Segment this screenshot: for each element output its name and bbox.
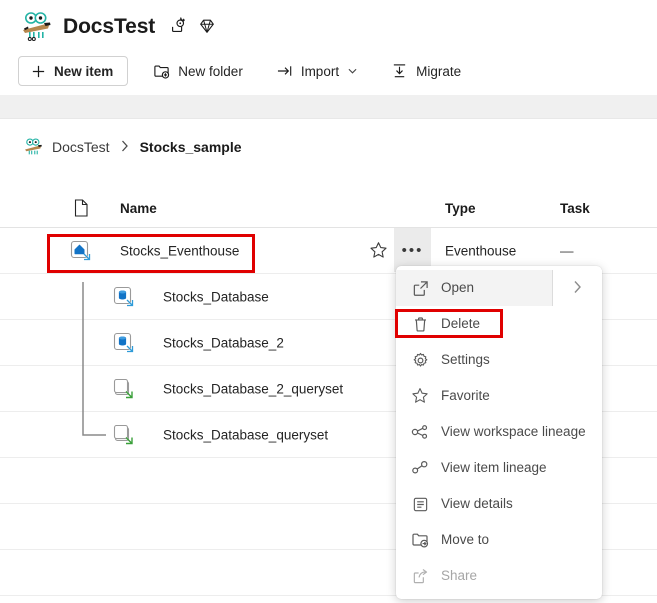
kql-database-icon <box>113 286 135 308</box>
sparkle-icon[interactable] <box>168 16 188 36</box>
diamond-premium-icon[interactable] <box>197 16 217 36</box>
migrate-label: Migrate <box>416 63 462 79</box>
kql-queryset-icon <box>113 424 135 446</box>
import-arrow-icon <box>277 63 294 80</box>
page-title: DocsTest <box>63 14 156 38</box>
toolbar: New item New folder Import Migrate <box>0 52 657 90</box>
migrate-download-icon <box>391 63 408 80</box>
context-menu-item-view-workspace-lineage[interactable]: View workspace lineage <box>396 414 602 450</box>
migrate-button[interactable]: Migrate <box>382 56 470 86</box>
item-name[interactable]: Stocks_Database_2 <box>163 335 284 350</box>
context-menu-item-delete[interactable]: Delete <box>396 306 602 342</box>
context-menu-item-settings[interactable]: Settings <box>396 342 602 378</box>
open-submenu-expander[interactable] <box>552 270 602 306</box>
context-menu-label: View item lineage <box>441 460 547 476</box>
context-menu: Open Delete Settings Favorite View works… <box>396 266 602 599</box>
context-menu-label: View workspace lineage <box>441 424 586 440</box>
plus-icon <box>30 63 47 80</box>
item-name[interactable]: Stocks_Eventhouse <box>120 243 239 258</box>
breadcrumb-current: Stocks_sample <box>139 139 242 155</box>
context-menu-label: Move to <box>441 532 490 548</box>
details-list-icon <box>410 494 430 514</box>
context-menu-item-share: Share <box>396 558 602 594</box>
new-folder-icon <box>153 63 170 80</box>
app-header: DocsTest New item New folder Import Migr… <box>0 0 657 96</box>
context-menu-label: Delete <box>441 316 481 332</box>
favorite-star-icon <box>410 386 430 406</box>
favorite-star-icon[interactable] <box>366 239 390 263</box>
import-label: Import <box>300 63 340 79</box>
new-folder-button[interactable]: New folder <box>144 56 252 86</box>
item-name[interactable]: Stocks_Database <box>163 289 269 304</box>
column-header-task[interactable]: Task <box>560 201 590 216</box>
context-menu-item-view-details[interactable]: View details <box>396 486 602 522</box>
new-item-button[interactable]: New item <box>18 56 129 86</box>
column-header-type[interactable]: Type <box>445 201 476 216</box>
item-name[interactable]: Stocks_Database_2_queryset <box>163 381 343 396</box>
column-header-name[interactable]: Name <box>120 201 157 216</box>
kql-queryset-icon <box>113 378 135 400</box>
breadcrumb-separator-icon <box>118 140 132 155</box>
new-folder-label: New folder <box>178 63 243 79</box>
workspace-avatar-icon <box>18 10 54 42</box>
workspace-lineage-icon <box>410 422 430 442</box>
trash-delete-icon <box>410 314 430 334</box>
context-menu-item-move-to[interactable]: Move to <box>396 522 602 558</box>
context-menu-label: Share <box>441 568 478 584</box>
gear-settings-icon <box>410 350 430 370</box>
context-menu-label: Open <box>441 280 475 296</box>
eventhouse-icon <box>70 240 92 262</box>
context-menu-label: Settings <box>441 352 490 368</box>
item-task: — <box>560 243 574 258</box>
chevron-down-icon <box>348 67 357 76</box>
breadcrumb: DocsTest Stocks_sample <box>22 137 242 157</box>
item-type: Eventhouse <box>445 243 517 258</box>
context-menu-item-view-item-lineage[interactable]: View item lineage <box>396 450 602 486</box>
share-icon <box>410 566 430 586</box>
context-menu-item-favorite[interactable]: Favorite <box>396 378 602 414</box>
breadcrumb-workspace-avatar-icon <box>22 137 44 157</box>
workspace-title-row: DocsTest <box>18 10 217 42</box>
chevron-right-icon <box>573 280 582 296</box>
document-icon <box>74 199 89 220</box>
table-header-row: Name Type Task <box>0 190 657 228</box>
breadcrumb-root-link[interactable]: DocsTest <box>52 139 110 155</box>
header-separator-band <box>0 95 657 119</box>
context-menu-label: Favorite <box>441 388 490 404</box>
item-name[interactable]: Stocks_Database_queryset <box>163 427 328 442</box>
item-lineage-icon <box>410 458 430 478</box>
move-to-folder-icon <box>410 530 430 550</box>
new-item-label: New item <box>54 63 114 79</box>
import-button[interactable]: Import <box>268 56 366 86</box>
kql-database-icon <box>113 332 135 354</box>
context-menu-label: View details <box>441 496 513 512</box>
context-menu-item-open[interactable]: Open <box>396 270 602 306</box>
open-external-icon <box>410 278 430 298</box>
